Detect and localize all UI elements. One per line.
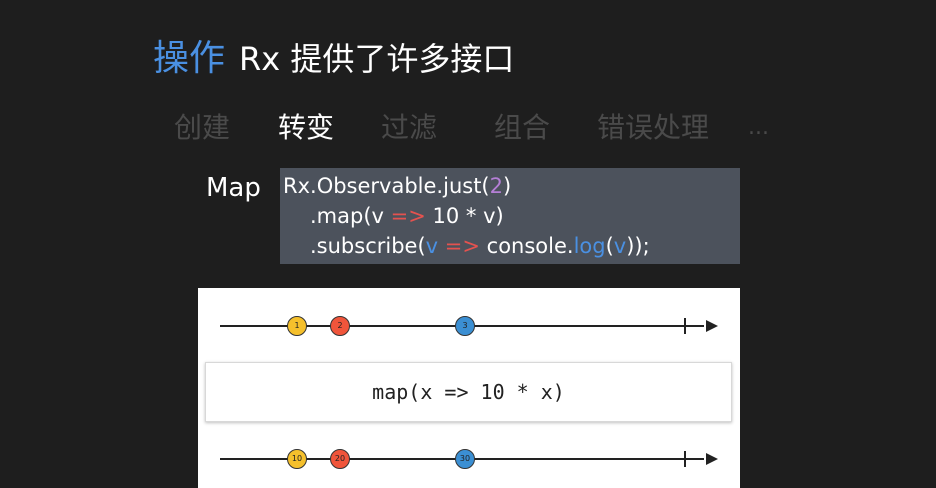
input-complete-marker bbox=[684, 318, 686, 334]
slide-title: 操作 Rx 提供了许多接口 bbox=[153, 36, 514, 82]
marble-diagram: 1 2 3 map(x => 10 * x) 10 20 30 bbox=[198, 288, 740, 488]
example-label: Map bbox=[206, 173, 261, 203]
output-marble-3: 30 bbox=[455, 449, 475, 469]
code-token-param: v bbox=[425, 234, 439, 258]
title-keyword: 操作 bbox=[153, 38, 226, 79]
tab-combine[interactable]: 组合 bbox=[494, 108, 550, 148]
tab-create[interactable]: 创建 bbox=[174, 108, 230, 148]
code-token-method: log bbox=[573, 234, 606, 258]
input-marble-3: 3 bbox=[455, 316, 475, 336]
code-token: ( bbox=[605, 234, 614, 258]
input-marble-1: 1 bbox=[287, 316, 307, 336]
output-timeline-arrow-icon bbox=[706, 453, 718, 465]
code-token-param: v bbox=[613, 234, 627, 258]
code-line-3: .subscribe(v => console.log(v)); bbox=[310, 232, 650, 260]
output-marble-2: 20 bbox=[330, 449, 350, 469]
code-token: 10 * v) bbox=[425, 204, 504, 228]
code-token: ) bbox=[503, 174, 512, 198]
tab-transform[interactable]: 转变 bbox=[278, 108, 334, 148]
input-timeline-arrow-icon bbox=[706, 320, 718, 332]
code-token-arrow: => bbox=[438, 234, 480, 258]
tab-error-handling[interactable]: 错误处理 bbox=[597, 108, 709, 148]
code-line-2: .map(v => 10 * v) bbox=[310, 202, 504, 230]
operator-box: map(x => 10 * x) bbox=[205, 362, 732, 422]
output-marble-1: 10 bbox=[287, 449, 307, 469]
tab-more[interactable]: ... bbox=[748, 108, 769, 148]
output-complete-marker bbox=[684, 451, 686, 467]
code-line-1: Rx.Observable.just(2) bbox=[283, 172, 511, 200]
code-token: .subscribe( bbox=[310, 234, 426, 258]
code-token: console. bbox=[479, 234, 574, 258]
input-marble-2: 2 bbox=[330, 316, 350, 336]
code-token: .map(v bbox=[310, 204, 391, 228]
code-token-arrow: => bbox=[390, 204, 426, 228]
code-snippet: Rx.Observable.just(2) .map(v => 10 * v) … bbox=[280, 168, 740, 264]
operator-category-tabs: 创建 转变 过滤 组合 错误处理 ... bbox=[0, 108, 936, 148]
tab-filter[interactable]: 过滤 bbox=[381, 108, 437, 148]
title-text: Rx 提供了许多接口 bbox=[239, 40, 515, 78]
code-token-number: 2 bbox=[489, 174, 503, 198]
code-token: )); bbox=[626, 234, 650, 258]
code-token: Rx.Observable.just( bbox=[283, 174, 490, 198]
